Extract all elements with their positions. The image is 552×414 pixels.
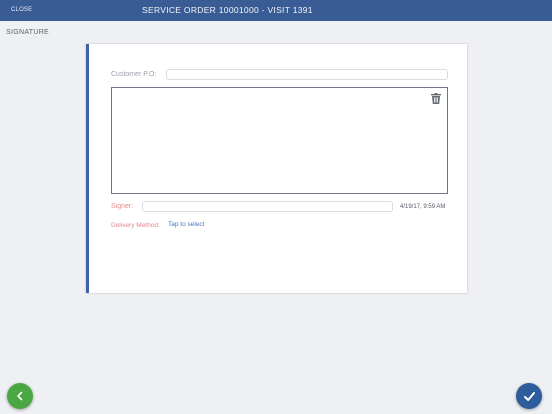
close-button[interactable]: CLOSE bbox=[11, 7, 32, 13]
confirm-button[interactable] bbox=[516, 383, 542, 409]
top-bar: CLOSE SERVICE ORDER 10001000 - VISIT 139… bbox=[0, 0, 552, 21]
back-button[interactable] bbox=[7, 383, 33, 409]
signature-card: Customer P.O: Signer: 4/19/17, 9:59 AM D… bbox=[86, 44, 467, 293]
customer-po-input[interactable] bbox=[166, 69, 448, 80]
signer-input[interactable] bbox=[142, 201, 393, 212]
customer-po-label: Customer P.O: bbox=[111, 71, 157, 78]
delivery-method-select[interactable]: Tap to select bbox=[168, 221, 205, 228]
section-label: SIGNATURE bbox=[6, 29, 50, 36]
signature-timestamp: 4/19/17, 9:59 AM bbox=[400, 204, 446, 210]
checkmark-icon bbox=[523, 391, 535, 401]
chevron-left-icon bbox=[17, 391, 23, 401]
trash-icon[interactable] bbox=[431, 93, 441, 104]
delivery-method-label: Delivery Method: bbox=[111, 222, 160, 229]
signature-pad[interactable] bbox=[111, 87, 448, 194]
signer-label: Signer: bbox=[111, 203, 134, 210]
page-title: SERVICE ORDER 10001000 - VISIT 1391 bbox=[142, 5, 313, 15]
